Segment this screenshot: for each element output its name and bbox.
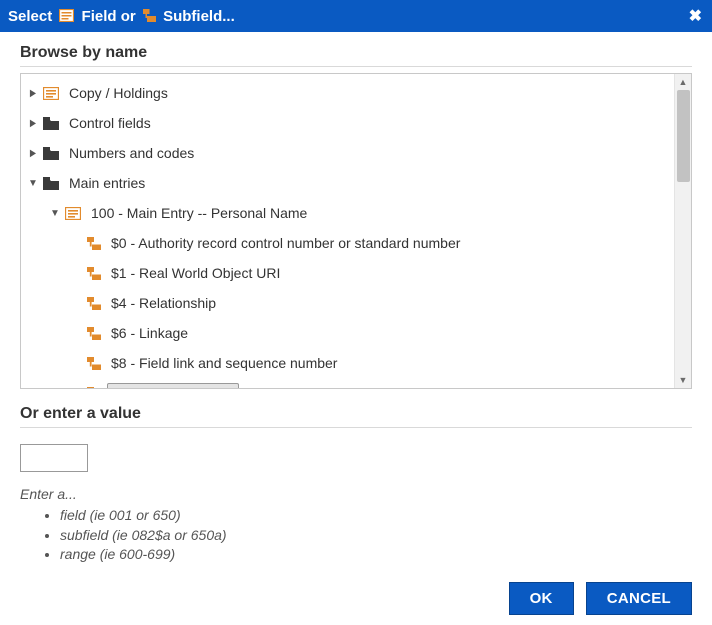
enter-title: Or enter a value: [20, 405, 692, 428]
folder-icon: [43, 147, 59, 160]
subfield-icon: [143, 9, 156, 22]
ok-button[interactable]: OK: [509, 582, 574, 615]
tree-node-label: $0 - Authority record control number or …: [107, 233, 466, 253]
expand-icon[interactable]: ▶: [27, 148, 40, 159]
tree-node-label: $8 - Field link and sequence number: [107, 353, 343, 373]
scroll-down-icon[interactable]: ▼: [675, 372, 691, 388]
tree-viewport[interactable]: ▶ Copy / Holdings ▶ Control fields ▶ Numbers …: [21, 74, 674, 388]
title-or: or: [121, 8, 136, 25]
collapse-icon[interactable]: ▼: [47, 208, 63, 219]
title-subfield: Subfield...: [163, 8, 235, 25]
tree-node-f100[interactable]: ▼ 100 - Main Entry -- Personal Name: [47, 198, 674, 228]
tree-node-f100-a[interactable]: ▶$a - Personal name: [69, 378, 674, 388]
tree-node-f100-6[interactable]: ▶$6 - Linkage: [69, 318, 674, 348]
tree-panel: ▶ Copy / Holdings ▶ Control fields ▶ Numbers …: [20, 73, 692, 389]
tree-node-label: Main entries: [65, 173, 151, 193]
tree-node-label: Control fields: [65, 113, 157, 133]
subfield-icon: [87, 267, 101, 280]
scroll-thumb[interactable]: [677, 90, 690, 182]
subfield-icon: [87, 357, 101, 370]
value-input[interactable]: [20, 444, 88, 472]
tree-node-label: Numbers and codes: [65, 143, 200, 163]
tree-node-f100-8[interactable]: ▶$8 - Field link and sequence number: [69, 348, 674, 378]
collapse-icon[interactable]: ▼: [25, 178, 41, 189]
tree-node-numbers-codes[interactable]: ▶ Numbers and codes: [25, 138, 674, 168]
tree-node-control-fields[interactable]: ▶ Control fields: [25, 108, 674, 138]
dialog-titlebar: Select Field or Subfield... ✖: [0, 0, 712, 32]
scroll-up-icon[interactable]: ▲: [675, 74, 691, 90]
field-icon: [59, 9, 74, 22]
tree-node-label: 100 - Main Entry -- Personal Name: [87, 203, 313, 223]
hint-item: field (ie 001 or 650): [60, 506, 692, 526]
tree-node-label: Copy / Holdings: [65, 83, 174, 103]
folder-icon: [43, 177, 59, 190]
tree-node-label: $1 - Real World Object URI: [107, 263, 286, 283]
tree-node-label: $6 - Linkage: [107, 323, 194, 343]
subfield-icon: [87, 237, 101, 250]
field-icon: [43, 87, 59, 100]
dialog-footer: OK CANCEL: [509, 582, 692, 615]
expand-icon[interactable]: ▶: [27, 88, 40, 99]
expand-icon[interactable]: ▶: [27, 118, 40, 129]
subfield-icon: [87, 327, 101, 340]
tree-node-label: $a - Personal name: [107, 383, 239, 388]
scrollbar[interactable]: ▲ ▼: [674, 74, 691, 388]
tree-node-f100-4[interactable]: ▶$4 - Relationship: [69, 288, 674, 318]
subfield-icon: [87, 297, 101, 310]
title-field: Field: [82, 8, 117, 25]
close-icon[interactable]: ✖: [689, 6, 702, 26]
tree-node-f100-1[interactable]: ▶$1 - Real World Object URI: [69, 258, 674, 288]
tree-node-f100-0[interactable]: ▶$0 - Authority record control number or…: [69, 228, 674, 258]
folder-icon: [43, 117, 59, 130]
field-icon: [65, 207, 81, 220]
tree-node-main-entries[interactable]: ▼ Main entries: [25, 168, 674, 198]
hint-intro: Enter a...: [20, 486, 692, 502]
title-select: Select: [8, 8, 52, 25]
hint-item: range (ie 600-699): [60, 545, 692, 565]
cancel-button[interactable]: CANCEL: [586, 582, 692, 615]
subfield-icon: [87, 387, 101, 389]
browse-title: Browse by name: [20, 44, 692, 67]
tree-node-copy-holdings[interactable]: ▶ Copy / Holdings: [25, 78, 674, 108]
hint-item: subfield (ie 082$a or 650a): [60, 526, 692, 546]
tree-node-label: $4 - Relationship: [107, 293, 222, 313]
